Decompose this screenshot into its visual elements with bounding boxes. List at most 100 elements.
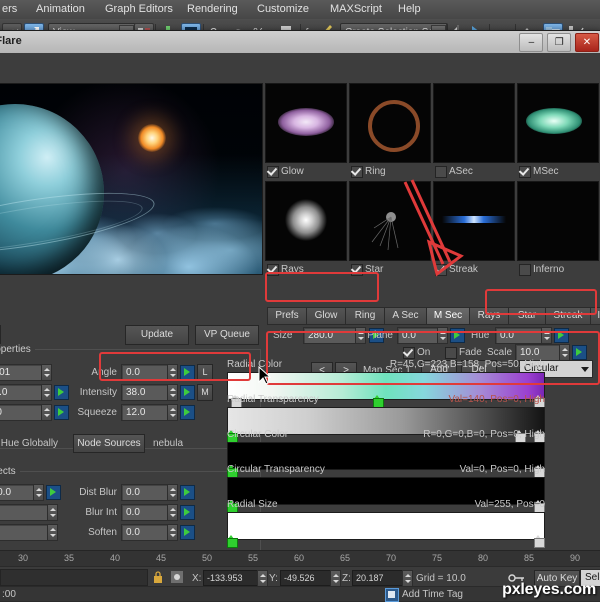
tab-star[interactable]: Star — [508, 307, 546, 325]
msec-hue-field[interactable]: 0.0 — [495, 327, 545, 344]
size-spinner[interactable] — [41, 384, 52, 401]
angle-field[interactable]: 0.0 — [121, 364, 171, 381]
apply-hue-globally-label: Apply Hue Globally — [0, 438, 59, 449]
brighten-spinner[interactable] — [33, 484, 44, 501]
msec-on-checkbox[interactable] — [403, 347, 415, 359]
thumbnail-ring-checkbox[interactable] — [351, 166, 363, 178]
ramp-radial-size-key-0[interactable] — [227, 535, 238, 548]
thumbnail-rays-checkbox[interactable] — [267, 264, 279, 276]
vp-queue-button[interactable]: VP Queue — [195, 325, 259, 345]
intensity-field[interactable]: 38.0 — [121, 384, 171, 401]
absolute-relative-toggle-icon[interactable] — [170, 570, 184, 584]
thumbnail-msec-checkbox[interactable] — [519, 166, 531, 178]
blur-int-field[interactable]: 0.0 — [121, 504, 171, 521]
menu-item-animation[interactable]: Animation — [36, 3, 85, 15]
node-sources-button[interactable]: Node Sources — [73, 434, 145, 453]
thumbnail-streak[interactable] — [433, 181, 515, 261]
tab-a-sec[interactable]: A Sec — [384, 307, 427, 325]
msec-fade-checkbox[interactable] — [445, 347, 457, 359]
tab-prefs[interactable]: Prefs — [267, 307, 307, 325]
squeeze-spinner[interactable] — [167, 404, 178, 421]
msec-plane-spinner[interactable] — [437, 327, 448, 344]
intensity-mode-button[interactable]: M — [197, 384, 213, 401]
thumbnail-rays[interactable] — [265, 181, 347, 261]
blur-int-animate-button[interactable] — [180, 505, 195, 520]
squeeze-animate-button[interactable] — [180, 405, 195, 420]
tab-rays[interactable]: Rays — [469, 307, 509, 325]
thumbnail-asec[interactable] — [433, 83, 515, 163]
tab-inferno[interactable]: Inferno — [590, 307, 600, 325]
timeline-ruler[interactable]: 30 35 40 45 50 55 60 65 70 75 80 85 90 — [0, 550, 600, 567]
status-prompt-field[interactable] — [0, 569, 148, 586]
dialog-title-bar[interactable]: ffects Flare – ❐ ✕ — [0, 31, 600, 54]
ramp-radial-size-key-1[interactable] — [534, 535, 545, 548]
soften-field[interactable]: 0.0 — [121, 524, 171, 541]
fade2-field[interactable]: 0.0 — [0, 524, 51, 541]
chevron-down-icon[interactable] — [581, 367, 589, 372]
seed-field[interactable]: 2001 — [0, 364, 45, 381]
msec-scale-animate-button[interactable] — [572, 345, 587, 360]
flare-preview-viewport[interactable] — [0, 83, 263, 275]
menu-item-rendering[interactable]: Rendering — [187, 3, 238, 15]
x-coord-field[interactable]: -133.953 — [203, 570, 260, 586]
msec-hue-animate-button[interactable] — [554, 328, 569, 343]
preview-button[interactable]: ew — [0, 325, 1, 345]
msec-plane-field[interactable]: 0.0 — [397, 327, 441, 344]
thumbnail-ring[interactable] — [349, 83, 431, 163]
fade2-spinner[interactable] — [47, 524, 58, 541]
menu-item-graph-editors[interactable]: Graph Editors — [105, 3, 173, 15]
tab-m-sec[interactable]: M Sec — [426, 307, 470, 325]
menu-item-help[interactable]: Help — [398, 3, 421, 15]
msec-plane-animate-button[interactable] — [450, 328, 465, 343]
soften-animate-button[interactable] — [180, 525, 195, 540]
hue-field[interactable]: 0.0 — [0, 404, 45, 421]
menu-item-customize[interactable]: Customize — [257, 3, 309, 15]
thumbnail-star-checkbox[interactable] — [351, 264, 363, 276]
thumbnail-star[interactable] — [349, 181, 431, 261]
menu-item-maxscript[interactable]: MAXScript — [330, 3, 382, 15]
dist-blur-animate-button[interactable] — [180, 485, 195, 500]
size-field[interactable]: 45.0 — [0, 384, 45, 401]
hue-spinner[interactable] — [41, 404, 52, 421]
tab-glow[interactable]: Glow — [306, 307, 346, 325]
close-button[interactable]: ✕ — [575, 33, 599, 52]
thumbnail-msec[interactable] — [517, 83, 599, 163]
dist-blur-field[interactable]: 0.0 — [121, 484, 171, 501]
brighten-animate-button[interactable] — [46, 485, 61, 500]
msec-scale-spinner[interactable] — [559, 344, 570, 361]
thumbnail-inferno[interactable] — [517, 181, 599, 261]
angle-lock-button[interactable]: L — [197, 364, 213, 381]
thumbnail-streak-checkbox[interactable] — [435, 264, 447, 276]
msec-hue-spinner[interactable] — [541, 327, 552, 344]
menu-item-ers[interactable]: ers — [2, 3, 17, 15]
soften-spinner[interactable] — [167, 524, 178, 541]
z-coord-field[interactable]: 20.187 — [352, 570, 405, 586]
tab-streak[interactable]: Streak — [545, 307, 591, 325]
lock-icon[interactable] — [152, 570, 164, 584]
ramp-radial-size-bar[interactable] — [227, 512, 545, 540]
brighten-field[interactable]: 100.0 — [0, 484, 37, 501]
fade1-spinner[interactable] — [47, 504, 58, 521]
tab-ring[interactable]: Ring — [345, 307, 385, 325]
intensity-spinner[interactable] — [167, 384, 178, 401]
update-button[interactable]: Update — [125, 325, 189, 345]
thumbnail-asec-checkbox[interactable] — [435, 166, 447, 178]
fade1-field[interactable]: 0.0 — [0, 504, 51, 521]
minimize-button[interactable]: – — [519, 33, 544, 52]
thumbnail-glow-checkbox[interactable] — [267, 166, 279, 178]
angle-animate-button[interactable] — [180, 365, 195, 380]
intensity-animate-button[interactable] — [180, 385, 195, 400]
squeeze-field[interactable]: 12.0 — [121, 404, 171, 421]
thumbnail-inferno-checkbox[interactable] — [519, 264, 531, 276]
z-coord-spinner[interactable] — [402, 570, 413, 587]
y-coord-spinner[interactable] — [330, 570, 341, 587]
y-coord-field[interactable]: -49.526 — [280, 570, 333, 586]
thumbnail-glow[interactable] — [265, 83, 347, 163]
angle-spinner[interactable] — [167, 364, 178, 381]
ramp-radial-color-key-1[interactable] — [373, 395, 384, 408]
x-coord-spinner[interactable] — [257, 570, 268, 587]
seed-spinner[interactable] — [41, 364, 52, 381]
dist-blur-spinner[interactable] — [167, 484, 178, 501]
maximize-button[interactable]: ❐ — [547, 33, 572, 52]
blur-int-spinner[interactable] — [167, 504, 178, 521]
